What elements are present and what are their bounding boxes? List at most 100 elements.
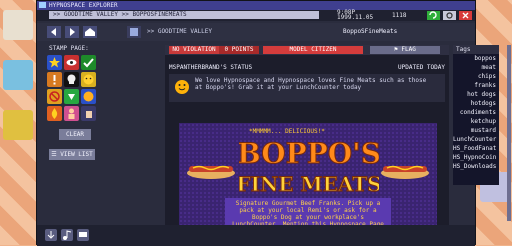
- explorer-window: HYPNOSPACE EXPLORER >> GOODTIME VALLEY >…: [36, 0, 511, 246]
- tag-item[interactable]: LunchCounter: [453, 135, 499, 144]
- refresh-icon: [429, 11, 437, 19]
- clear-button[interactable]: CLEAR: [59, 129, 91, 140]
- forward-button[interactable]: [65, 26, 79, 38]
- smile-stamp[interactable]: [81, 72, 96, 87]
- close-icon: [462, 12, 469, 19]
- tag-item[interactable]: HS_HypnoCoin: [453, 153, 499, 162]
- flag-label: FLAG: [401, 46, 416, 53]
- address-bar[interactable]: >> GOODTIME VALLEY >> BOPPOSFINEMEATS: [49, 11, 319, 19]
- status-updated: UPDATED TODAY: [398, 64, 445, 71]
- stamp-panel: STAMP PAGE: CLEAR ☰ VIEW LIST: [41, 45, 96, 245]
- tag-item[interactable]: hotdogs: [453, 99, 499, 108]
- desktop-icon-2[interactable]: [3, 60, 33, 90]
- home-icon: [85, 28, 95, 36]
- violation-label: NO VIOLATION: [169, 46, 219, 54]
- arrow-right-icon: [70, 28, 75, 36]
- hypnocoin-balance: 1118: [392, 12, 407, 19]
- download-button[interactable]: [45, 229, 57, 241]
- flame-stamp[interactable]: [47, 106, 62, 121]
- scrollbar[interactable]: [507, 45, 511, 221]
- hotdog-image-left: [185, 159, 237, 181]
- stamp-grid: [47, 55, 96, 121]
- tag-item[interactable]: chips: [453, 72, 499, 81]
- angry-stamp[interactable]: [81, 89, 96, 104]
- skull-icon: [67, 74, 76, 84]
- back-button[interactable]: [47, 26, 61, 38]
- check-stamp[interactable]: [81, 55, 96, 70]
- flag-button[interactable]: ⚑ FLAG: [370, 46, 440, 54]
- eye-icon: [66, 59, 77, 66]
- status-text: We love Hypnospace and Hypnospace loves …: [195, 77, 427, 91]
- app-icon: [39, 2, 46, 8]
- arrow-left-icon: [51, 28, 56, 36]
- down-arrow-stamp[interactable]: [64, 89, 79, 104]
- svg-text:FINE MEATS: FINE MEATS: [239, 172, 379, 196]
- person-stamp[interactable]: [64, 106, 79, 121]
- star-stamp[interactable]: [47, 55, 62, 70]
- chat-icon: [79, 232, 87, 237]
- status-heading: MSPANTHERBRAND'S STATUS: [169, 64, 253, 71]
- hand-icon: [86, 111, 92, 118]
- boppos-logo: BOPPO'S FINE MEATS: [236, 133, 382, 201]
- page-button[interactable]: [127, 26, 141, 38]
- svg-text:BOPPO'S: BOPPO'S: [239, 137, 379, 170]
- prohibited-icon: [49, 91, 60, 102]
- page-icon: [130, 28, 138, 36]
- tag-item[interactable]: ketchup: [453, 117, 499, 126]
- flame-icon: [51, 108, 58, 119]
- desktop-icon-1[interactable]: [3, 10, 33, 40]
- view-list-button[interactable]: ☰ VIEW LIST: [49, 149, 95, 160]
- tag-item[interactable]: condiments: [453, 108, 499, 117]
- settings-button[interactable]: [443, 11, 456, 20]
- arrow-down-icon: [68, 94, 75, 100]
- stamp-panel-heading: STAMP PAGE:: [49, 45, 89, 52]
- bottom-toolbar: [37, 225, 475, 246]
- angry-face-icon: [83, 91, 94, 102]
- status-box: We love Hypnospace and Hypnospace loves …: [169, 74, 445, 102]
- tag-item[interactable]: HS_Downloads: [453, 162, 499, 171]
- desktop-icon-3[interactable]: [3, 110, 33, 140]
- skull-stamp[interactable]: [64, 72, 79, 87]
- close-button[interactable]: [459, 11, 472, 20]
- exclamation-icon: [53, 75, 56, 85]
- clock-date: 1999.11.05: [337, 14, 374, 21]
- navigation-bar: >> GOODTIME VALLEY BoppoSFineMeats: [37, 23, 475, 41]
- tags-panel: Tags boppos meat chips franks hot dogs hotdog…: [453, 45, 499, 185]
- tag-item[interactable]: mustard: [453, 126, 499, 135]
- smiley-icon: [83, 74, 94, 85]
- refresh-button[interactable]: [427, 11, 440, 20]
- hotdog-image-right: [379, 159, 431, 181]
- moderation-banner: NO VIOLATION 0 POINTS MODEL CITIZEN ⚑ FL…: [165, 45, 449, 55]
- home-button[interactable]: [83, 26, 97, 38]
- checkmark-icon: [83, 58, 94, 68]
- points-label: 0 POINTS: [219, 46, 259, 54]
- tag-item[interactable]: hot dogs: [453, 90, 499, 99]
- clock: 9:08P 1999.11.05: [337, 10, 374, 21]
- gear-icon: [446, 12, 453, 19]
- view-list-label: VIEW LIST: [60, 151, 93, 158]
- tag-list: boppos meat chips franks hot dogs hotdogs cond…: [453, 54, 499, 171]
- model-citizen-badge: MODEL CITIZEN: [263, 46, 363, 54]
- tag-item[interactable]: HS_FoodFanat: [453, 144, 499, 153]
- tag-item[interactable]: meat: [453, 63, 499, 72]
- address-bar-row: >> GOODTIME VALLEY >> BOPPOSFINEMEATS 9:…: [37, 10, 475, 21]
- status-smiley-icon: [175, 80, 189, 94]
- tags-heading: Tags: [453, 45, 499, 54]
- tag-item[interactable]: franks: [453, 81, 499, 90]
- prohibited-stamp[interactable]: [47, 89, 62, 104]
- status-section: MSPANTHERBRAND'S STATUS UPDATED TODAY We…: [169, 64, 445, 102]
- music-note-icon: [63, 230, 72, 240]
- tag-item[interactable]: boppos: [453, 54, 499, 63]
- exclaim-stamp[interactable]: [47, 72, 62, 87]
- music-button[interactable]: [61, 229, 73, 241]
- star-icon: [49, 57, 60, 68]
- eye-stamp[interactable]: [64, 55, 79, 70]
- hand-stamp[interactable]: [81, 106, 96, 121]
- breadcrumb[interactable]: >> GOODTIME VALLEY: [147, 28, 212, 35]
- person-icon: [68, 108, 75, 119]
- page-title: BoppoSFineMeats: [343, 28, 398, 35]
- chat-button[interactable]: [77, 229, 89, 241]
- page-content: NO VIOLATION 0 POINTS MODEL CITIZEN ⚑ FL…: [165, 45, 449, 245]
- title-bar: HYPNOSPACE EXPLORER: [37, 1, 475, 10]
- list-icon: ☰: [51, 151, 61, 158]
